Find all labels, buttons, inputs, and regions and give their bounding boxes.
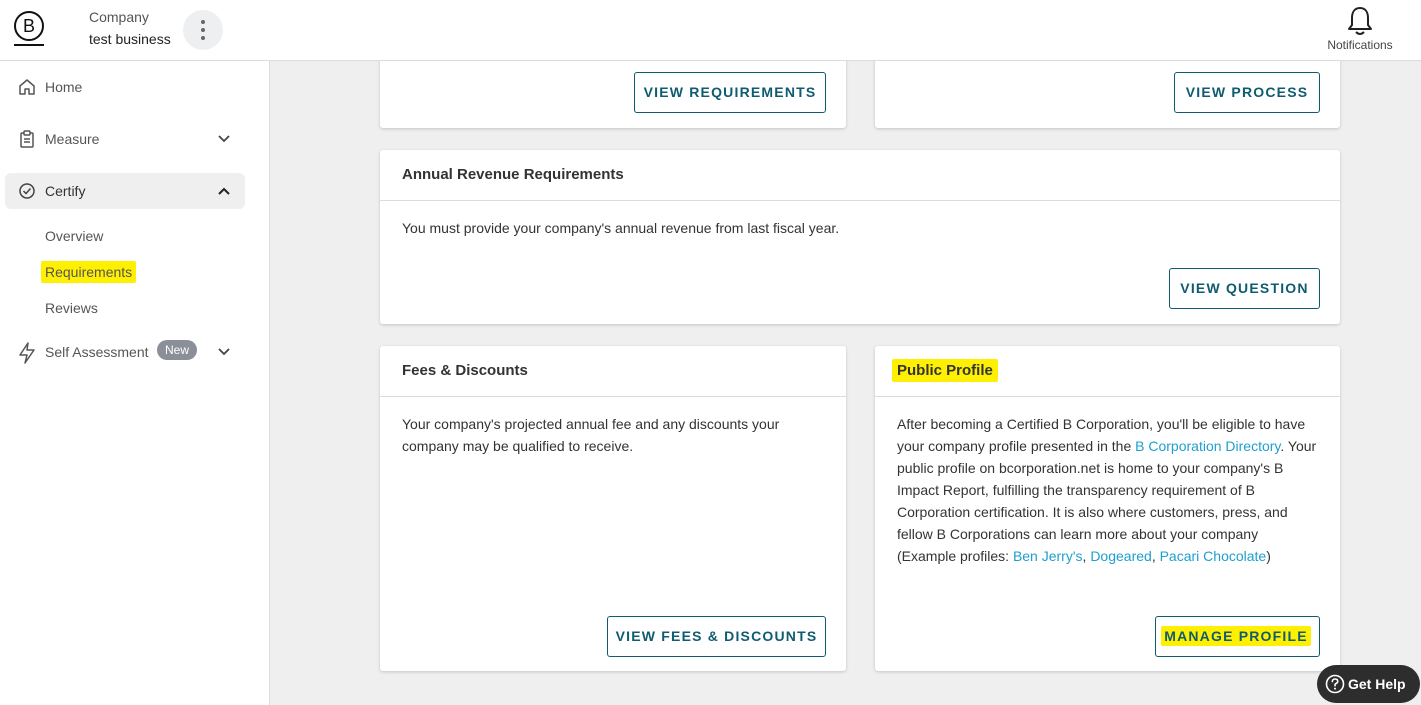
notifications-label: Notifications <box>1327 38 1393 52</box>
view-requirements-button[interactable]: VIEW REQUIREMENTS <box>634 72 826 113</box>
company-switcher: Company test business <box>89 9 171 48</box>
card-title: Public Profile <box>875 346 1340 397</box>
card-body: After becoming a Certified B Corporation… <box>875 397 1340 567</box>
home-icon <box>19 79 35 95</box>
ben-jerrys-link[interactable]: Ben Jerry's <box>1013 548 1083 564</box>
chevron-down-icon <box>218 348 230 356</box>
card-title: Fees & Discounts <box>380 346 846 397</box>
clipboard-icon <box>20 130 34 148</box>
view-fees-discounts-button[interactable]: VIEW FEES & DISCOUNTS <box>607 616 826 657</box>
chevron-down-icon <box>218 135 230 143</box>
sidebar-subitem-overview[interactable]: Overview <box>45 228 103 245</box>
sidebar-item-label: Measure <box>45 131 100 147</box>
body-text: . Your public profile on bcorporation.ne… <box>897 438 1317 564</box>
pacari-chocolate-link[interactable]: Pacari Chocolate <box>1160 548 1267 564</box>
sidebar-item-home[interactable]: Home <box>5 69 245 105</box>
button-label: MANAGE PROFILE <box>1161 626 1311 646</box>
sidebar: Home Measure Certify Overview Requiremen… <box>0 61 270 705</box>
kebab-dot-icon <box>201 20 205 24</box>
notifications-button[interactable]: Notifications <box>1322 5 1398 52</box>
lightning-icon <box>19 342 35 364</box>
sidebar-item-label: Self Assessment <box>45 344 149 360</box>
certify-badge-icon <box>19 183 35 199</box>
chevron-up-icon <box>218 187 230 195</box>
separator: , <box>1151 548 1160 564</box>
question-circle-icon <box>1325 674 1345 694</box>
body-text: ) <box>1266 548 1271 564</box>
b-corporation-directory-link[interactable]: B Corporation Directory <box>1135 438 1280 454</box>
get-help-button[interactable]: Get Help <box>1317 665 1420 703</box>
get-help-label: Get Help <box>1348 676 1406 692</box>
kebab-dot-icon <box>201 36 205 40</box>
process-card: VIEW PROCESS <box>875 61 1340 128</box>
top-header: B Company test business Notifications <box>0 0 1421 61</box>
sidebar-item-certify[interactable]: Certify <box>5 173 245 209</box>
view-process-button[interactable]: VIEW PROCESS <box>1174 72 1320 113</box>
new-badge: New <box>157 340 198 360</box>
logo-letter: B <box>23 16 35 36</box>
annual-revenue-card: Annual Revenue Requirements You must pro… <box>380 150 1340 324</box>
card-body: Your company's projected annual fee and … <box>402 416 780 454</box>
sidebar-subitem-label: Requirements <box>41 261 137 283</box>
b-corp-logo[interactable]: B <box>12 10 46 48</box>
view-question-button[interactable]: VIEW QUESTION <box>1169 268 1320 309</box>
card-title-text: Public Profile <box>892 359 998 382</box>
bell-icon <box>1348 7 1372 35</box>
company-name: test business <box>89 31 171 47</box>
card-body: You must provide your company's annual r… <box>402 220 840 236</box>
public-profile-card: Public Profile After becoming a Certifie… <box>875 346 1340 671</box>
sidebar-item-label: Home <box>45 79 83 95</box>
sidebar-item-self-assessment[interactable]: Self Assessment New <box>5 334 245 370</box>
sidebar-subitem-requirements[interactable]: Requirements <box>41 261 137 283</box>
kebab-dot-icon <box>201 28 205 32</box>
company-menu-button[interactable] <box>183 10 223 50</box>
sidebar-item-measure[interactable]: Measure <box>5 121 245 157</box>
sidebar-subitem-reviews[interactable]: Reviews <box>45 300 98 317</box>
fees-discounts-card: Fees & Discounts Your company's projecte… <box>380 346 846 671</box>
card-title: Annual Revenue Requirements <box>380 150 1340 201</box>
dogeared-link[interactable]: Dogeared <box>1090 548 1152 564</box>
sidebar-item-label: Certify <box>45 183 86 199</box>
requirements-card: VIEW REQUIREMENTS <box>380 61 846 128</box>
manage-profile-button[interactable]: MANAGE PROFILE <box>1155 616 1320 657</box>
company-label: Company <box>89 9 149 25</box>
main-content: VIEW REQUIREMENTS VIEW PROCESS Annual Re… <box>270 61 1421 705</box>
